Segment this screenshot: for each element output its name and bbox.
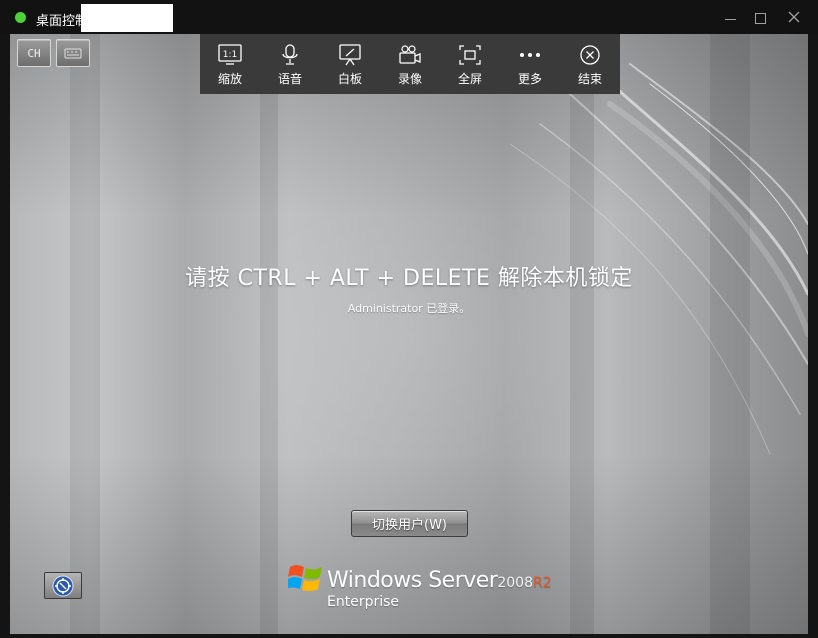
close-button[interactable] <box>786 9 802 25</box>
input-language-button[interactable]: CH <box>17 39 51 67</box>
toolbar-more[interactable]: 更多 <box>500 34 560 94</box>
connection-status-icon <box>15 12 26 23</box>
maximize-button[interactable] <box>752 9 768 25</box>
product-name: Windows Server2008R2 <box>327 568 552 593</box>
microphone-icon <box>282 44 298 65</box>
toolbar-fullscreen[interactable]: 全屏 <box>440 34 500 94</box>
switch-user-button[interactable]: 切换用户(W) <box>351 510 468 537</box>
toolbar-label: 缩放 <box>217 72 242 86</box>
toolbar-label: 录像 <box>397 72 422 86</box>
toolbar-whiteboard[interactable]: 白板 <box>320 34 380 94</box>
redacted-title-area <box>81 4 173 32</box>
more-dots-icon <box>520 53 540 57</box>
remote-desktop-screen[interactable]: CH 1:1 缩放 语音 白板 录像 全屏 更多 结束 请按 CTRL + AL… <box>10 34 808 634</box>
minimize-button[interactable] <box>723 9 739 25</box>
toolbar-label: 结束 <box>577 72 602 86</box>
windows-server-branding: Windows Server2008R2 Enterprise <box>288 559 552 619</box>
toolbar-label: 更多 <box>517 72 542 86</box>
lock-screen-message: 请按 CTRL + ALT + DELETE 解除本机锁定 <box>185 266 633 291</box>
on-screen-keyboard-button[interactable] <box>56 39 90 67</box>
windows-flag-logo-icon <box>288 565 322 591</box>
product-version: 2008 <box>497 575 533 591</box>
toolbar-label: 白板 <box>337 72 362 86</box>
ease-of-access-icon <box>52 575 74 596</box>
close-circle-icon <box>580 45 600 65</box>
product-name-text: Windows Server <box>327 568 498 593</box>
product-version-suffix: R2 <box>532 575 552 591</box>
video-camera-icon <box>399 45 421 64</box>
remote-control-toolbar: 1:1 缩放 语音 白板 录像 全屏 更多 结束 <box>200 34 620 94</box>
background-light-streaks <box>70 34 808 634</box>
whiteboard-icon <box>339 44 361 66</box>
toolbar-voice[interactable]: 语音 <box>260 34 320 94</box>
window-border-left <box>0 34 10 638</box>
title-bar: 桌面控制 <box>0 0 818 34</box>
toolbar-label: 语音 <box>277 72 302 86</box>
toolbar-zoom[interactable]: 1:1 缩放 <box>200 34 260 94</box>
keyboard-icon <box>64 48 82 59</box>
toolbar-record[interactable]: 录像 <box>380 34 440 94</box>
logged-in-user-status: Administrator 已登录。 <box>347 302 471 315</box>
window-border-bottom <box>0 634 818 638</box>
toolbar-end-session[interactable]: 结束 <box>560 34 620 94</box>
fullscreen-icon <box>459 45 481 65</box>
zoom-ratio-glyph: 1:1 <box>223 50 237 60</box>
toolbar-label: 全屏 <box>457 72 482 86</box>
close-icon <box>788 11 800 23</box>
window-border-right <box>808 34 818 638</box>
ease-of-access-button[interactable] <box>44 572 82 599</box>
zoom-1to1-icon: 1:1 <box>218 44 242 65</box>
product-edition: Enterprise <box>327 594 400 610</box>
